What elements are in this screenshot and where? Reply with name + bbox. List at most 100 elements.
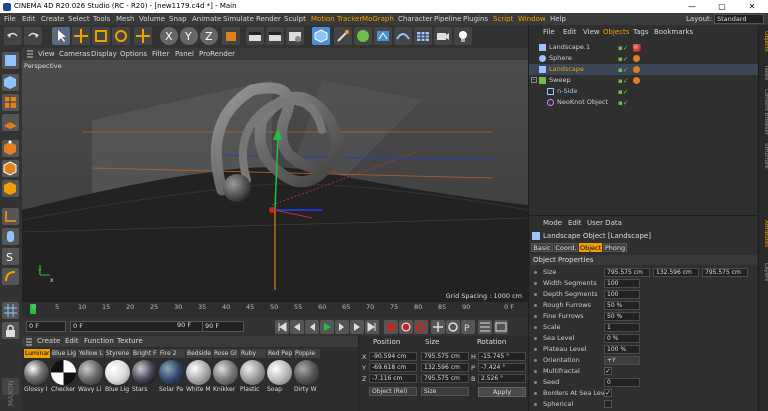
- material-preview[interactable]: [294, 360, 319, 385]
- phong-tag-icon[interactable]: [633, 55, 640, 62]
- rough-furrows-input[interactable]: 50 %: [604, 301, 640, 310]
- axis-mode-icon[interactable]: [2, 208, 19, 225]
- pen-icon[interactable]: [334, 27, 352, 45]
- om-menu-view[interactable]: View: [583, 27, 600, 37]
- om-menu-objects[interactable]: Objects: [603, 27, 629, 37]
- visibility-icon[interactable]: ▪✓: [618, 55, 629, 63]
- grid-icon[interactable]: [2, 302, 19, 319]
- cube-icon[interactable]: [312, 27, 330, 45]
- rotation-p-field[interactable]: -7.424 °: [478, 363, 526, 372]
- render-picture-viewer-icon[interactable]: [266, 27, 284, 45]
- material-tab[interactable]: Styrene: [105, 349, 131, 358]
- scale-input[interactable]: 1: [604, 323, 640, 332]
- menu-help[interactable]: Help: [550, 13, 566, 25]
- material-preview[interactable]: [51, 360, 76, 385]
- select-cursor-icon[interactable]: [52, 27, 70, 45]
- attr-tab-phong[interactable]: Phong: [603, 243, 627, 252]
- menu-pipeline[interactable]: Pipeline: [434, 13, 461, 25]
- render-view-icon[interactable]: [246, 27, 264, 45]
- menu-simulate[interactable]: Simulate: [223, 13, 254, 25]
- menu-render[interactable]: Render: [256, 13, 281, 25]
- material-preview[interactable]: [213, 360, 238, 385]
- rotation-key-icon[interactable]: [446, 320, 460, 334]
- object-row-selected[interactable]: Landscape ▪✓: [529, 64, 759, 75]
- size-y-input[interactable]: 132.596 cm: [653, 268, 699, 277]
- material-preview[interactable]: [78, 360, 103, 385]
- maximize-button[interactable]: ▢: [707, 0, 737, 13]
- menu-mesh[interactable]: Mesh: [116, 13, 134, 25]
- object-row[interactable]: NeoKnot Object ▪✓: [529, 97, 759, 108]
- object-row[interactable]: n-Side ▪✓: [529, 86, 759, 97]
- deformer-icon[interactable]: [394, 27, 412, 45]
- edges-mode-icon[interactable]: [2, 160, 19, 177]
- visibility-icon[interactable]: ▪✓: [618, 88, 629, 96]
- spherical-checkbox[interactable]: [604, 400, 612, 408]
- layout-select[interactable]: Standard: [714, 14, 764, 24]
- attr-tab-coord[interactable]: Coord.: [554, 243, 578, 252]
- material-tab[interactable]: Blue Lig: [51, 349, 77, 358]
- material-preview[interactable]: [105, 360, 130, 385]
- menu-snap[interactable]: Snap: [169, 13, 187, 25]
- material-preview[interactable]: [186, 360, 211, 385]
- menu-animate[interactable]: Animate: [192, 13, 221, 25]
- workplane-lock-icon[interactable]: [2, 268, 19, 285]
- phong-tag-icon[interactable]: [633, 77, 640, 84]
- material-tab[interactable]: Fire 2: [159, 349, 185, 358]
- side-tab-attributes[interactable]: Attributes: [759, 220, 768, 247]
- material-tab[interactable]: Yellow L: [78, 349, 104, 358]
- menu-file[interactable]: File: [4, 13, 16, 25]
- material-tab[interactable]: Ruby: [240, 349, 266, 358]
- 3d-viewport[interactable]: y x Perspective Grid Spacing : 1000 cm: [22, 60, 528, 302]
- fine-furrows-input[interactable]: 50 %: [604, 312, 640, 321]
- size-x-input[interactable]: 795.575 cm: [604, 268, 650, 277]
- lock-icon[interactable]: [2, 322, 19, 339]
- move-icon[interactable]: [72, 27, 90, 45]
- current-frame-field[interactable]: 0 F: [26, 321, 66, 332]
- object-row[interactable]: - Sweep ▪✓: [529, 75, 759, 86]
- scale-icon[interactable]: [92, 27, 110, 45]
- menu-character[interactable]: Character: [398, 13, 433, 25]
- size-z-input[interactable]: 795.575 cm: [702, 268, 748, 277]
- mograph-cloner-icon[interactable]: [374, 27, 392, 45]
- workplane-icon[interactable]: [2, 114, 19, 131]
- om-menu-tags[interactable]: Tags: [633, 27, 649, 37]
- width-segments-input[interactable]: 100: [604, 279, 640, 288]
- undo-icon[interactable]: [4, 27, 22, 45]
- size-x-field[interactable]: 795.575 cm: [421, 352, 469, 361]
- attr-menu-mode[interactable]: Mode: [543, 218, 562, 228]
- play-icon[interactable]: [320, 320, 334, 334]
- model-mode-icon[interactable]: [2, 74, 19, 91]
- orientation-dropdown[interactable]: +Y: [604, 356, 640, 365]
- sea-level-input[interactable]: 0 %: [604, 334, 640, 343]
- attr-tab-object[interactable]: Object: [579, 243, 602, 252]
- material-preview[interactable]: [24, 360, 49, 385]
- rotation-b-field[interactable]: 2.526 °: [478, 374, 526, 383]
- record-keys-icon[interactable]: [384, 320, 398, 334]
- minimize-button[interactable]: —: [677, 0, 707, 13]
- apply-button[interactable]: Apply: [478, 387, 526, 397]
- visibility-icon[interactable]: ▪✓: [618, 66, 629, 74]
- material-menu-texture[interactable]: Texture: [117, 336, 143, 347]
- size-z-field[interactable]: 795.575 cm: [421, 374, 469, 383]
- menu-plugins[interactable]: Plugins: [463, 13, 488, 25]
- multifractal-checkbox[interactable]: ✓: [604, 367, 612, 375]
- object-row[interactable]: Sphere ▪✓: [529, 53, 759, 64]
- viewport-menu-cameras[interactable]: Cameras: [59, 48, 90, 60]
- menu-create[interactable]: Create: [41, 13, 64, 25]
- material-tab[interactable]: Poppie: [294, 349, 320, 358]
- size-y-field[interactable]: 132.596 cm: [421, 363, 469, 372]
- attr-menu-user-data[interactable]: User Data: [587, 218, 622, 228]
- side-tab-layers[interactable]: Layers: [759, 263, 768, 281]
- make-editable-icon[interactable]: [2, 52, 19, 69]
- material-tab[interactable]: Bedside: [186, 349, 212, 358]
- rotate-icon[interactable]: [112, 27, 130, 45]
- tweak-mode-icon[interactable]: [2, 228, 19, 245]
- material-tab[interactable]: Rose Gl: [213, 349, 239, 358]
- visibility-icon[interactable]: ▪✓: [618, 77, 629, 85]
- live-selection-icon[interactable]: [134, 27, 152, 45]
- material-preview[interactable]: [267, 360, 292, 385]
- texture-mode-icon[interactable]: [2, 94, 19, 111]
- visibility-icon[interactable]: ▪✓: [618, 99, 629, 107]
- attr-menu-edit[interactable]: Edit: [568, 218, 582, 228]
- seed-input[interactable]: 0: [604, 378, 640, 387]
